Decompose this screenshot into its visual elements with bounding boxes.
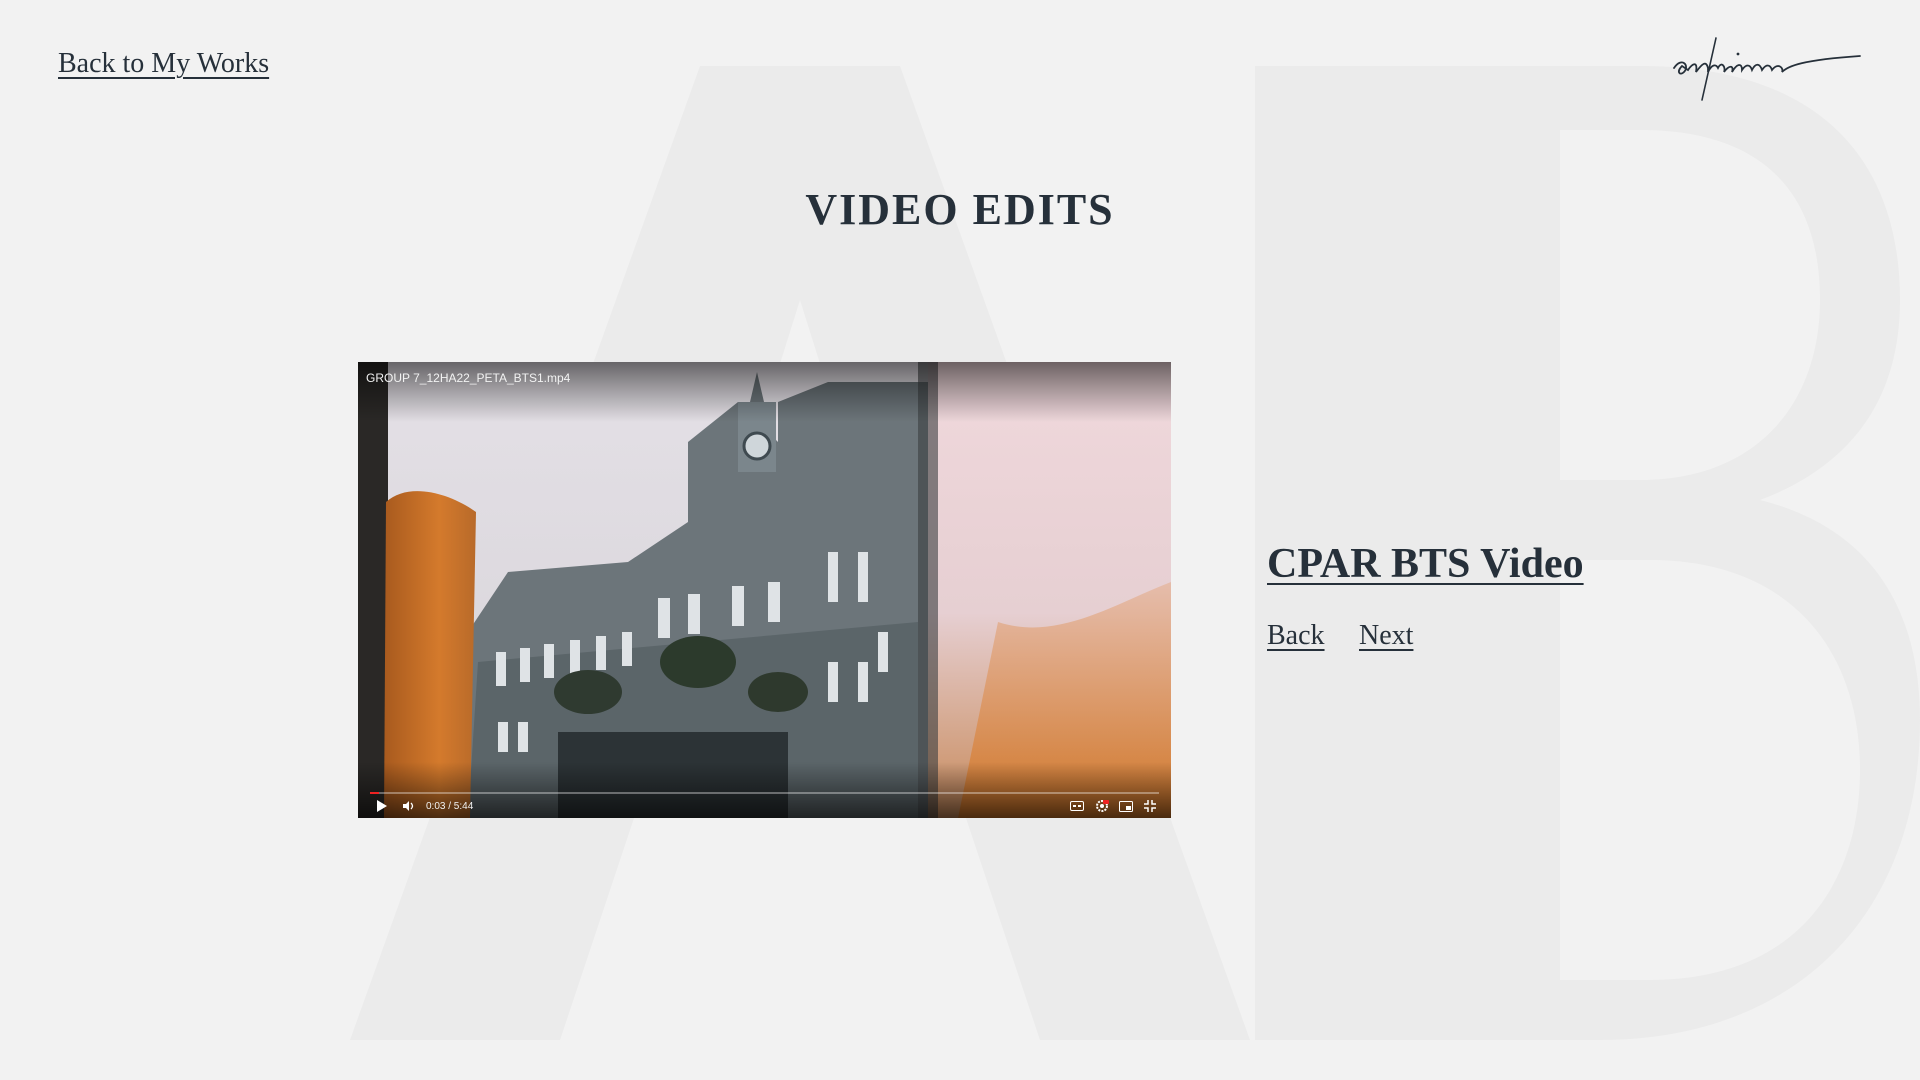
next-button[interactable]: Next [1359,620,1413,652]
video-title-link[interactable]: CPAR BTS Video [1267,540,1584,588]
video-bottom-gradient [358,762,1171,818]
volume-icon [403,801,414,811]
miniplayer-button[interactable] [1118,798,1134,814]
volume-button[interactable] [400,798,418,814]
video-player[interactable]: GROUP 7_12HA22_PETA_BTS1.mp4 0:03 / 5:44 [358,362,1171,818]
play-button[interactable] [374,798,390,814]
video-progress-fill [370,792,380,794]
video-time-display: 0:03 / 5:44 [426,801,474,812]
page-title: VIDEO EDITS [805,185,1115,234]
back-to-my-works-link[interactable]: Back to My Works [58,48,269,80]
settings-icon [1096,800,1109,812]
settings-button[interactable] [1094,798,1110,814]
exit-fullscreen-icon [1144,800,1156,812]
video-filename: GROUP 7_12HA22_PETA_BTS1.mp4 [366,371,571,385]
video-frame-building [358,362,1171,818]
captions-button[interactable] [1069,798,1085,814]
video-progress-bar[interactable] [370,792,1159,794]
miniplayer-icon [1119,800,1133,812]
exit-fullscreen-button[interactable] [1142,798,1158,814]
play-icon [377,800,387,812]
back-button[interactable]: Back [1267,620,1325,652]
captions-icon [1070,801,1084,811]
adrianne-signature-logo[interactable] [1672,30,1862,110]
